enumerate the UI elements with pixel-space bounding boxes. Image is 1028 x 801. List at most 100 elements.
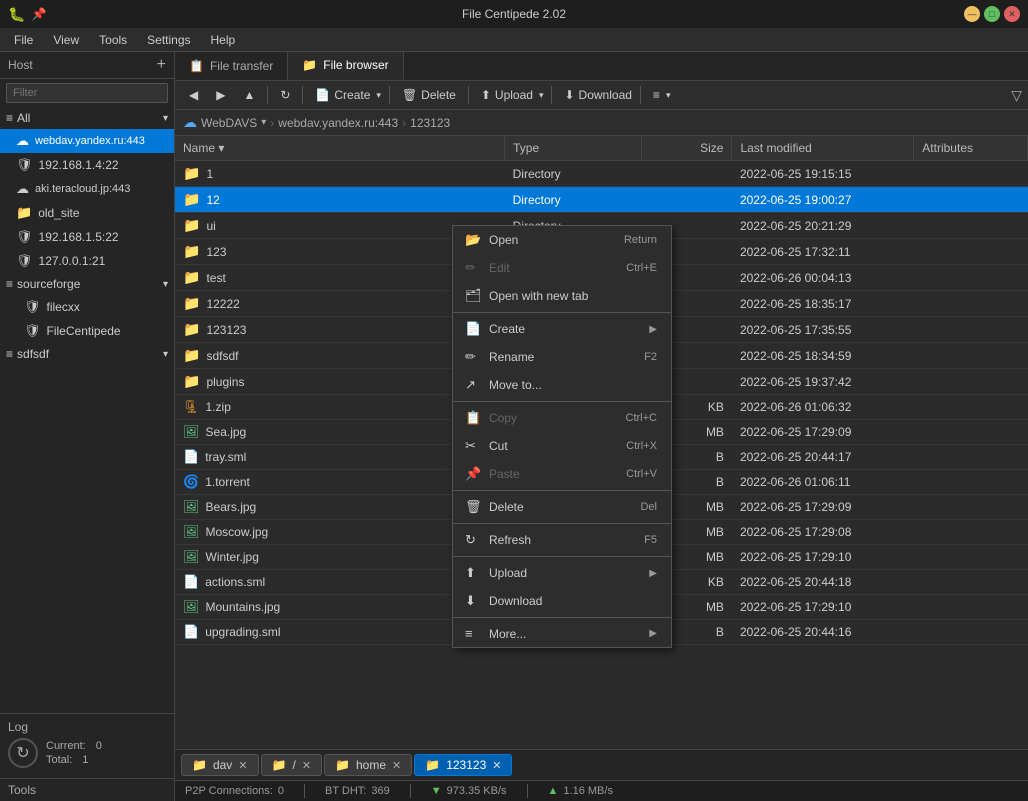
context-menu-sep bbox=[453, 401, 671, 402]
folder-icon: 📁 bbox=[183, 373, 200, 390]
ctx-label-copy: Copy bbox=[489, 411, 517, 425]
sidebar-item-webdav[interactable]: ☁ webdav.yandex.ru:443 bbox=[0, 129, 174, 153]
sidebar-item-localhost-label: 127.0.0.1:21 bbox=[39, 254, 106, 268]
btab-123123[interactable]: 📁 123123 ✕ bbox=[414, 754, 512, 776]
table-row[interactable]: 📁 12 Directory 2022-06-25 19:00:27 bbox=[175, 187, 1028, 213]
sidebar-item-old-site[interactable]: 📁 old_site bbox=[0, 201, 174, 225]
ctx-right: ▶ bbox=[649, 568, 657, 579]
col-header-name[interactable]: Name ▾ bbox=[175, 136, 505, 161]
forward-button[interactable]: ▶ bbox=[208, 85, 233, 105]
context-menu-item-refresh[interactable]: ↻ Refresh F5 bbox=[453, 526, 671, 554]
context-menu-item-create[interactable]: 📄 Create ▶ bbox=[453, 315, 671, 343]
ctx-item-left: ↻ Refresh bbox=[465, 532, 531, 548]
ctx-icon-refresh: ↻ bbox=[465, 532, 481, 548]
context-menu-item-rename[interactable]: ✏ Rename F2 bbox=[453, 343, 671, 371]
folder-icon: 📁 bbox=[183, 165, 200, 182]
col-header-size[interactable]: Size bbox=[641, 136, 732, 161]
context-menu-item-upload[interactable]: ⬆ Upload ▶ bbox=[453, 559, 671, 587]
menubar: File View Tools Settings Help bbox=[0, 28, 1028, 52]
col-header-attrs[interactable]: Attributes bbox=[914, 136, 1028, 161]
breadcrumb-root-label: WebDAVS bbox=[201, 116, 257, 130]
ctx-icon-move-to: ↗ bbox=[465, 377, 481, 393]
folder-icon: 📁 bbox=[183, 191, 200, 208]
back-button[interactable]: ◀ bbox=[181, 85, 206, 105]
context-menu-item-move-to[interactable]: ↗ Move to... bbox=[453, 371, 671, 399]
sidebar-group-all[interactable]: ≡ All ▾ bbox=[0, 107, 174, 129]
cell-modified: 2022-06-25 17:35:55 bbox=[732, 317, 914, 343]
menu-help[interactable]: Help bbox=[201, 31, 246, 49]
context-menu-item-more[interactable]: ≡ More... ▶ bbox=[453, 620, 671, 647]
context-menu-sep bbox=[453, 523, 671, 524]
context-menu-item-delete[interactable]: 🗑 Delete Del bbox=[453, 493, 671, 521]
shield-icon-4: 🛡 bbox=[24, 299, 41, 315]
up-button[interactable]: ▲ bbox=[235, 85, 263, 105]
btab-home-close[interactable]: ✕ bbox=[392, 759, 401, 772]
breadcrumb-host[interactable]: webdav.yandex.ru:443 bbox=[278, 116, 398, 130]
minimize-button[interactable]: — bbox=[964, 6, 980, 22]
cell-attrs bbox=[914, 161, 1028, 187]
sidebar-group-sdfsdf[interactable]: ≡ sdfsdf ▾ bbox=[0, 343, 174, 365]
ctx-item-left: 🗂 Open with new tab bbox=[465, 288, 588, 304]
sidebar-item-aki[interactable]: ☁ aki.teracloud.jp:443 bbox=[0, 177, 174, 201]
btab-root-close[interactable]: ✕ bbox=[302, 759, 311, 772]
context-menu-item-cut[interactable]: ✂ Cut Ctrl+X bbox=[453, 432, 671, 460]
context-menu-item-copy[interactable]: 📋 Copy Ctrl+C bbox=[453, 404, 671, 432]
menu-view[interactable]: View bbox=[43, 31, 89, 49]
download-button[interactable]: ⬇ Download bbox=[556, 85, 635, 105]
cell-modified: 2022-06-25 18:34:59 bbox=[732, 343, 914, 369]
col-header-type[interactable]: Type bbox=[505, 136, 641, 161]
breadcrumb-root[interactable]: WebDAVS ▾ bbox=[201, 116, 266, 130]
btab-home[interactable]: 📁 home ✕ bbox=[324, 754, 412, 776]
cell-modified: 2022-06-25 17:29:09 bbox=[732, 495, 914, 520]
context-menu-item-paste[interactable]: 📌 Paste Ctrl+V bbox=[453, 460, 671, 488]
filter-button[interactable]: ▽ bbox=[1011, 87, 1022, 104]
btab-root[interactable]: 📁 / ✕ bbox=[261, 754, 323, 776]
ctx-icon-rename: ✏ bbox=[465, 349, 481, 365]
ctx-shortcut-rename: F2 bbox=[644, 351, 657, 363]
sidebar-item-filecentipede[interactable]: 🛡 FileCentipede bbox=[0, 319, 174, 343]
sidebar-group-sourceforge[interactable]: ≡ sourceforge ▾ bbox=[0, 273, 174, 295]
context-menu-item-download[interactable]: ⬇ Download bbox=[453, 587, 671, 615]
more-button[interactable]: ≡ ▾ bbox=[645, 85, 675, 105]
sidebar-item-ip1[interactable]: 🛡 192.168.1.4:22 bbox=[0, 153, 174, 177]
btab-123123-close[interactable]: ✕ bbox=[492, 759, 501, 772]
table-row[interactable]: 📁 1 Directory 2022-06-25 19:15:15 bbox=[175, 161, 1028, 187]
context-menu-item-open[interactable]: 📂 Open Return bbox=[453, 226, 671, 254]
sidebar-item-filecxx[interactable]: 🛡 filecxx bbox=[0, 295, 174, 319]
bottom-tabs: 📁 dav ✕ 📁 / ✕ 📁 home ✕ 📁 123123 ✕ bbox=[175, 749, 1028, 780]
tab-file-transfer[interactable]: 📋 File transfer bbox=[175, 52, 288, 80]
btab-dav-close[interactable]: ✕ bbox=[238, 759, 247, 772]
ctx-icon-open: 📂 bbox=[465, 232, 481, 248]
upload-button[interactable]: ⬆ Upload ▾ bbox=[473, 85, 548, 105]
file-icon: 📄 bbox=[183, 449, 199, 465]
ctx-item-left: ↗ Move to... bbox=[465, 377, 542, 393]
filter-input[interactable] bbox=[6, 83, 168, 103]
refresh-button[interactable]: ↻ bbox=[272, 85, 298, 105]
context-menu-item-open-new-tab[interactable]: 🗂 Open with new tab bbox=[453, 282, 671, 310]
menu-tools[interactable]: Tools bbox=[89, 31, 137, 49]
ctx-label-cut: Cut bbox=[489, 439, 508, 453]
sidebar-item-localhost[interactable]: 🛡 127.0.0.1:21 bbox=[0, 249, 174, 273]
menu-settings[interactable]: Settings bbox=[137, 31, 200, 49]
chevron-icon: ▾ bbox=[163, 113, 168, 124]
maximize-button[interactable]: □ bbox=[984, 6, 1000, 22]
tools-label: Tools bbox=[8, 783, 36, 797]
context-menu-item-edit[interactable]: ✏ Edit Ctrl+E bbox=[453, 254, 671, 282]
add-host-button[interactable]: + bbox=[157, 56, 166, 74]
btab-dav[interactable]: 📁 dav ✕ bbox=[181, 754, 259, 776]
ctx-item-left: 📋 Copy bbox=[465, 410, 517, 426]
col-header-modified[interactable]: Last modified bbox=[732, 136, 914, 161]
torrent-icon: 🌀 bbox=[183, 474, 199, 490]
breadcrumb-path-label: 123123 bbox=[410, 116, 450, 130]
create-button[interactable]: 📄 Create ▾ bbox=[307, 85, 385, 105]
delete-button[interactable]: 🗑 Delete bbox=[394, 85, 464, 105]
file-icon: 📄 bbox=[183, 574, 199, 590]
tab-file-browser[interactable]: 📁 File browser bbox=[288, 52, 403, 80]
cell-modified: 2022-06-25 20:44:18 bbox=[732, 570, 914, 595]
menu-file[interactable]: File bbox=[4, 31, 43, 49]
folder-icon: 📁 bbox=[183, 321, 200, 338]
ctx-item-left: 📄 Create bbox=[465, 321, 525, 337]
sidebar-item-ip2[interactable]: 🛡 192.168.1.5:22 bbox=[0, 225, 174, 249]
breadcrumb-path[interactable]: 123123 bbox=[410, 116, 450, 130]
close-button[interactable]: ✕ bbox=[1004, 6, 1020, 22]
